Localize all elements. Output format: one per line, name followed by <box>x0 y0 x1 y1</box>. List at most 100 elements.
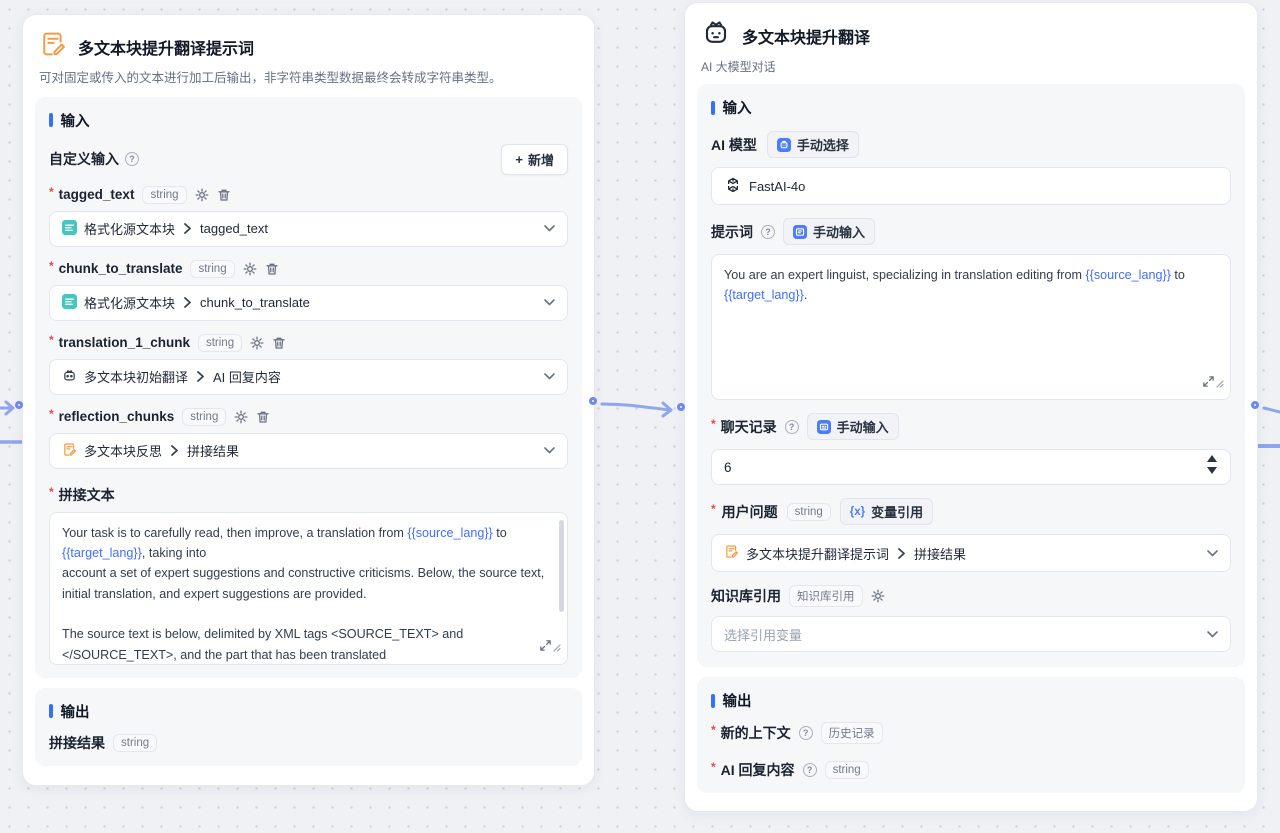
node-title: 多文本块提升翻译提示词 <box>78 35 254 59</box>
input-port-left-card[interactable] <box>15 401 23 409</box>
chevron-right-icon <box>897 548 906 559</box>
input-port-right-card[interactable] <box>677 403 685 411</box>
openai-logo-icon <box>724 176 742 197</box>
edge-outgoing-right[interactable] <box>1264 408 1280 412</box>
edge-left-to-right-card[interactable] <box>602 404 670 410</box>
required-asterisk: * <box>711 502 716 516</box>
stepper-down-button[interactable] <box>1207 467 1217 474</box>
robot-icon <box>701 18 731 53</box>
help-icon[interactable]: ? <box>799 726 813 740</box>
type-badge: string <box>113 734 157 752</box>
output-panel: 输出 * 新的上下文 ? 历史记录 * AI 回复内容 ? string <box>697 677 1245 793</box>
prompt-label: 提示词 <box>711 222 753 242</box>
value-source-select[interactable]: 多文本块反思 拼接结果 <box>49 433 568 469</box>
gear-icon[interactable] <box>243 262 257 276</box>
required-asterisk: * <box>49 407 54 421</box>
type-badge: string <box>787 503 831 521</box>
gear-icon[interactable] <box>234 410 248 424</box>
history-count-input[interactable]: 6 <box>711 449 1231 485</box>
trash-icon[interactable] <box>217 188 231 202</box>
formatter-node-icon <box>62 294 77 312</box>
field-name: reflection_chunks <box>59 409 175 424</box>
output-port-left-card[interactable] <box>589 397 597 405</box>
history-mini-icon <box>817 420 831 434</box>
type-badge: string <box>142 186 186 204</box>
chevron-right-icon <box>183 223 192 234</box>
node-card-ai-chat[interactable]: 多文本块提升翻译 AI 大模型对话 输入 AI 模型 手动选择 FastAI-4… <box>684 2 1258 812</box>
formatter-node-icon <box>62 220 77 238</box>
required-asterisk: * <box>49 259 54 273</box>
kb-type-badge: 知识库引用 <box>789 585 863 607</box>
concat-text-textarea[interactable]: Your task is to carefully read, then imp… <box>49 512 568 665</box>
model-select[interactable]: FastAI-4o <box>711 167 1231 205</box>
output-port-right-card[interactable] <box>1251 401 1259 409</box>
gear-icon[interactable] <box>871 589 885 603</box>
robot-mini-icon <box>777 138 791 152</box>
section-accent-bar <box>711 694 715 708</box>
prompt-mode-badge[interactable]: 手动输入 <box>783 218 875 245</box>
question-label: 用户问题 <box>722 502 778 522</box>
section-accent-bar <box>49 704 53 718</box>
type-badge: string <box>190 260 234 278</box>
trash-icon[interactable] <box>272 336 286 350</box>
doc-node-icon <box>62 442 77 460</box>
node-header[interactable]: 多文本块提升翻译 AI 大模型对话 <box>685 3 1257 84</box>
model-value: FastAI-4o <box>749 179 805 194</box>
chevron-right-icon <box>170 445 179 456</box>
history-label: 聊天记录 <box>721 417 777 437</box>
input-panel: 输入 自定义输入 ? + 新增 * tagged_text string <box>35 97 582 678</box>
value-source-select[interactable]: 多文本块初始翻译 AI 回复内容 <box>49 359 568 395</box>
help-icon[interactable]: ? <box>785 420 799 434</box>
doc-edit-icon <box>39 30 67 63</box>
chevron-down-icon <box>544 373 555 380</box>
required-asterisk: * <box>711 417 716 431</box>
gear-icon[interactable] <box>250 336 264 350</box>
question-source-select[interactable]: 多文本块提升翻译提示词 拼接结果 <box>711 534 1231 572</box>
chevron-right-icon <box>196 371 205 382</box>
required-asterisk: * <box>49 185 54 199</box>
add-input-button[interactable]: + 新增 <box>501 144 568 175</box>
trash-icon[interactable] <box>256 410 270 424</box>
input-panel: 输入 AI 模型 手动选择 FastAI-4o 提示词 ? 手动输入 <box>697 84 1245 667</box>
section-accent-bar <box>711 101 715 115</box>
robot-node-icon <box>62 368 77 386</box>
gear-icon[interactable] <box>195 188 209 202</box>
help-icon[interactable]: ? <box>125 152 139 166</box>
node-card-text-concat[interactable]: 多文本块提升翻译提示词 可对固定或传入的文本进行加工后输出，非字符串类型数据最终… <box>22 14 595 786</box>
history-mode-badge[interactable]: 手动输入 <box>807 413 899 440</box>
expand-icon[interactable] <box>1202 374 1215 394</box>
node-description: 可对固定或传入的文本进行加工后输出，非字符串类型数据最终会转成字符串类型。 <box>39 70 578 88</box>
value-source-select[interactable]: 格式化源文本块 chunk_to_translate <box>49 285 568 321</box>
stepper-up-button[interactable] <box>1207 455 1217 462</box>
concat-text-label: 拼接文本 <box>59 485 115 505</box>
scrollbar-thumb[interactable] <box>559 520 564 612</box>
kb-variable-select[interactable]: 选择引用变量 <box>711 616 1231 652</box>
chevron-down-icon <box>1207 631 1218 638</box>
expand-icon[interactable] <box>539 638 552 658</box>
input-section-title: 输入 <box>61 110 90 131</box>
required-asterisk: * <box>49 333 54 347</box>
type-badge: string <box>825 761 869 779</box>
chevron-down-icon <box>544 299 555 306</box>
model-mode-badge[interactable]: 手动选择 <box>767 131 859 158</box>
node-header[interactable]: 多文本块提升翻译提示词 可对固定或传入的文本进行加工后输出，非字符串类型数据最终… <box>23 15 594 97</box>
chevron-down-icon <box>544 225 555 232</box>
field-name: translation_1_chunk <box>59 335 190 350</box>
output-section-title: 输出 <box>723 690 752 711</box>
trash-icon[interactable] <box>265 262 279 276</box>
help-icon[interactable]: ? <box>803 763 817 777</box>
resize-grip-icon[interactable] <box>1216 374 1224 394</box>
chevron-down-icon <box>1207 550 1218 557</box>
plus-icon: + <box>515 152 523 167</box>
help-icon[interactable]: ? <box>761 225 775 239</box>
field-name: chunk_to_translate <box>59 261 183 276</box>
required-asterisk: * <box>711 760 716 774</box>
output-panel: 输出 拼接结果 string <box>35 688 582 766</box>
prompt-textarea[interactable]: You are an expert linguist, specializing… <box>711 254 1231 400</box>
output-name: AI 回复内容 <box>721 760 795 780</box>
kb-label: 知识库引用 <box>711 586 781 606</box>
value-source-select[interactable]: 格式化源文本块 tagged_text <box>49 211 568 247</box>
type-badge: 历史记录 <box>821 722 883 744</box>
variable-ref-badge[interactable]: {x} 变量引用 <box>840 498 933 525</box>
resize-grip-icon[interactable] <box>553 638 561 658</box>
